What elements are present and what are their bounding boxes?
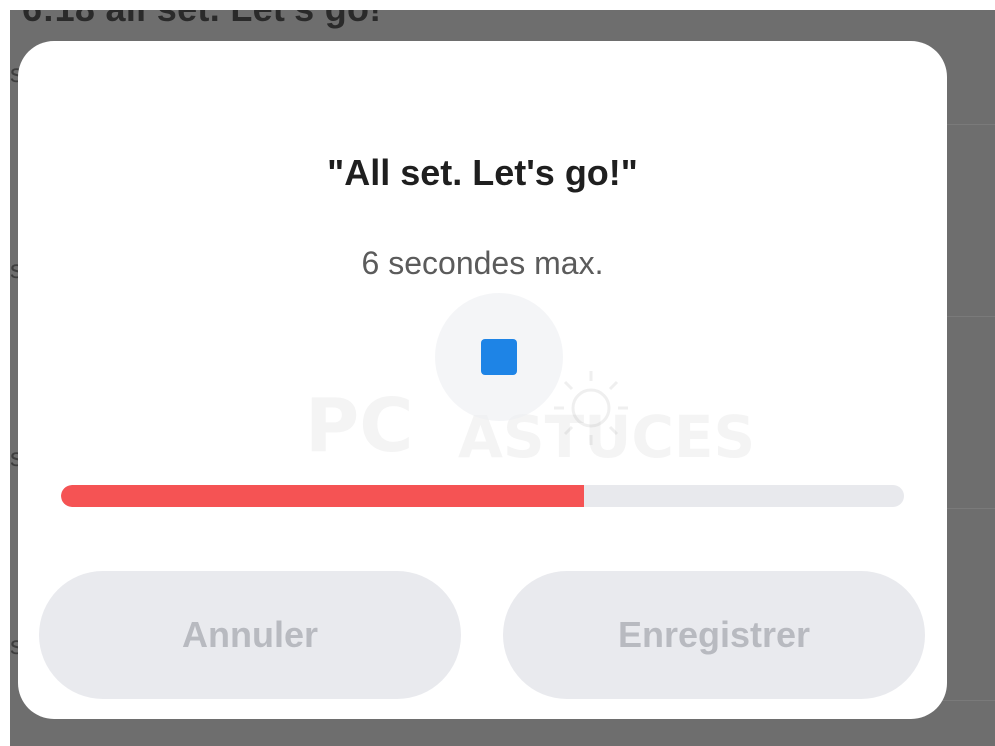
background-divider <box>935 700 995 701</box>
recording-progress-fill <box>61 485 584 507</box>
record-control[interactable] <box>435 293 563 421</box>
dialog-title: "All set. Let's go!" <box>327 152 638 193</box>
cancel-button[interactable]: Annuler <box>39 571 461 699</box>
stop-icon[interactable] <box>481 339 517 375</box>
voice-recording-dialog: "All set. Let's go!" 6 secondes max. PC … <box>18 41 947 719</box>
background-title: 6:18 all set. Let's go! <box>22 10 382 30</box>
save-button[interactable]: Enregistrer <box>503 571 925 699</box>
watermark-brand-left: PC <box>305 383 414 469</box>
dialog-subtitle: 6 secondes max. <box>361 245 604 281</box>
recording-progress-bar <box>61 485 904 507</box>
